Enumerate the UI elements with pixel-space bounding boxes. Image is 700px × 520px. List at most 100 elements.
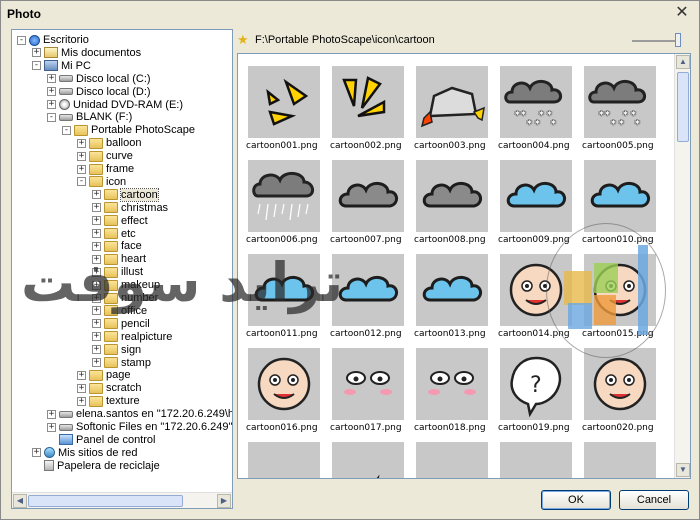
expand-icon[interactable]: + (92, 216, 101, 226)
thumbnail-item[interactable]: cartoon002.png (330, 66, 410, 158)
thumbnail-image[interactable]: ? (500, 348, 572, 420)
tree-item-balloon[interactable]: + balloon (77, 137, 141, 150)
thumbnail-item[interactable]: cartoon016.png (246, 348, 326, 440)
thumbnail-item[interactable] (498, 442, 578, 478)
expand-icon[interactable]: + (77, 151, 86, 161)
collapse-icon[interactable]: - (77, 177, 86, 187)
thumbnail-image[interactable] (416, 160, 488, 232)
thumbnail-item[interactable] (330, 442, 410, 478)
tree-item-blank-f[interactable]: - BLANK (F:) (47, 111, 132, 124)
thumbnail-item[interactable]: cartoon003.png (414, 66, 494, 158)
tree-item-softonic-files-en-172-20-6-249-z[interactable]: + Softonic Files en "172.20.6.249" (Z (47, 421, 232, 434)
thumbnail-item[interactable]: cartoon007.png (330, 160, 410, 252)
zoom-slider-thumb[interactable] (674, 33, 681, 47)
thumbnail-item[interactable]: cartoon015.png (582, 254, 662, 346)
scroll-left-icon[interactable]: ◀ (13, 494, 27, 508)
thumbnail-item[interactable]: cartoon001.png (246, 66, 326, 158)
expand-icon[interactable]: + (77, 383, 86, 393)
thumbnail-image[interactable] (584, 348, 656, 420)
tree-item-office[interactable]: + office (92, 305, 147, 318)
thumbnail-image[interactable] (248, 442, 320, 478)
collapse-icon[interactable]: - (32, 61, 41, 71)
tree-item-illust[interactable]: + illust (92, 266, 143, 279)
tree-item-disco-local-d[interactable]: + Disco local (D:) (47, 86, 151, 99)
tree-item-icon[interactable]: - icon (77, 176, 126, 189)
thumbnail-image[interactable] (584, 442, 656, 478)
tree-item-frame[interactable]: + frame (77, 163, 134, 176)
thumbnail-item[interactable] (582, 442, 662, 478)
collapse-icon[interactable]: - (47, 112, 56, 122)
expand-icon[interactable]: + (47, 74, 56, 84)
thumbnail-item[interactable]: cartoon013.png (414, 254, 494, 346)
thumbnail-image[interactable] (500, 442, 572, 478)
expand-icon[interactable]: + (92, 319, 101, 329)
expand-icon[interactable]: + (47, 409, 56, 419)
expand-icon[interactable]: + (47, 87, 56, 97)
thumbnail-image[interactable] (332, 254, 404, 326)
expand-icon[interactable]: + (92, 358, 101, 368)
collapse-icon[interactable]: - (62, 125, 71, 135)
expand-icon[interactable]: + (77, 164, 86, 174)
tree-item-disco-local-c[interactable]: + Disco local (C:) (47, 73, 151, 86)
tree-item-scratch[interactable]: + scratch (77, 382, 141, 395)
tree-item-etc[interactable]: + etc (92, 228, 136, 241)
zoom-slider-track[interactable] (632, 40, 680, 42)
thumbnail-image[interactable] (416, 348, 488, 420)
expand-icon[interactable]: + (47, 100, 56, 110)
scroll-right-icon[interactable]: ▶ (217, 494, 231, 508)
tree-item-texture[interactable]: + texture (77, 395, 140, 408)
thumbnail-item[interactable]: cartoon011.png (246, 254, 326, 346)
favorite-star-icon[interactable]: ★ (237, 32, 249, 48)
tree-item-number[interactable]: + number (92, 292, 158, 305)
thumbnail-image[interactable]: ✱ ✱ ✱ ✱ ✱ ✱ ✱ (584, 66, 656, 138)
expand-icon[interactable]: + (92, 293, 101, 303)
expand-icon[interactable]: + (92, 306, 101, 316)
expand-icon[interactable]: + (77, 138, 86, 148)
expand-icon[interactable]: + (92, 280, 101, 290)
thumbnail-image[interactable] (584, 254, 656, 326)
thumbnail-item[interactable]: cartoon006.png (246, 160, 326, 252)
thumbnail-item[interactable]: cartoon009.png (498, 160, 578, 252)
thumbnail-image[interactable] (332, 348, 404, 420)
thumbnail-item[interactable] (246, 442, 326, 478)
tree-item-effect[interactable]: + effect (92, 215, 148, 228)
expand-icon[interactable]: + (92, 267, 101, 277)
expand-icon[interactable]: + (32, 448, 41, 458)
tree-item-mis-sitios-de-red[interactable]: + Mis sitios de red (32, 447, 137, 460)
thumbnail-item[interactable]: cartoon018.png (414, 348, 494, 440)
thumbnail-item[interactable]: cartoon014.png (498, 254, 578, 346)
thumbnail-image[interactable]: ✱ ✱ ✱ ✱ ✱ ✱ ✱ (500, 66, 572, 138)
thumbnail-image[interactable] (584, 160, 656, 232)
tree-item-mis-documentos[interactable]: + Mis documentos (32, 47, 141, 60)
scrollbar-thumb[interactable] (28, 495, 183, 507)
tree-item-cartoon[interactable]: + cartoon (92, 187, 159, 202)
thumbnail-item[interactable]: ✱ ✱ ✱ ✱ ✱ ✱ ✱ cartoon005.png (582, 66, 662, 158)
tree-item-pencil[interactable]: + pencil (92, 318, 150, 331)
tree-item-sign[interactable]: + sign (92, 344, 141, 357)
tree-item-panel-de-control[interactable]: Panel de control (47, 434, 156, 447)
tree-item-mi-pc[interactable]: - Mi PC (32, 60, 91, 73)
collapse-icon[interactable]: - (17, 35, 26, 45)
thumbnail-image[interactable] (416, 254, 488, 326)
tree-item-portable-photoscape[interactable]: - Portable PhotoScape (62, 124, 195, 137)
tree-item-stamp[interactable]: + stamp (92, 357, 151, 370)
tree-item-face[interactable]: + face (92, 240, 142, 253)
tree-item-christmas[interactable]: + christmas (92, 202, 168, 215)
ok-button[interactable]: OK (541, 490, 611, 510)
tree-item-papelera-de-reciclaje[interactable]: Papelera de reciclaje (32, 460, 160, 473)
thumbnail-vertical-scrollbar[interactable]: ▲ ▼ (674, 54, 690, 478)
expand-icon[interactable]: + (77, 370, 86, 380)
close-icon[interactable]: ✕ (673, 5, 691, 23)
tree-item-realpicture[interactable]: + realpicture (92, 331, 172, 344)
thumbnail-image[interactable] (248, 348, 320, 420)
expand-icon[interactable]: + (92, 190, 101, 200)
expand-icon[interactable]: + (92, 345, 101, 355)
cancel-button[interactable]: Cancel (619, 490, 689, 510)
tree-item-page[interactable]: + page (77, 369, 130, 382)
tree-item-elena-santos-en-172-20-6-249-hom[interactable]: + elena.santos en "172.20.6.249\hom (47, 408, 232, 421)
expand-icon[interactable]: + (47, 422, 56, 432)
thumbnail-image[interactable] (416, 66, 488, 138)
expand-icon[interactable]: + (92, 241, 101, 251)
expand-icon[interactable]: + (92, 332, 101, 342)
tree-item-makeup[interactable]: + makeup (92, 279, 160, 292)
